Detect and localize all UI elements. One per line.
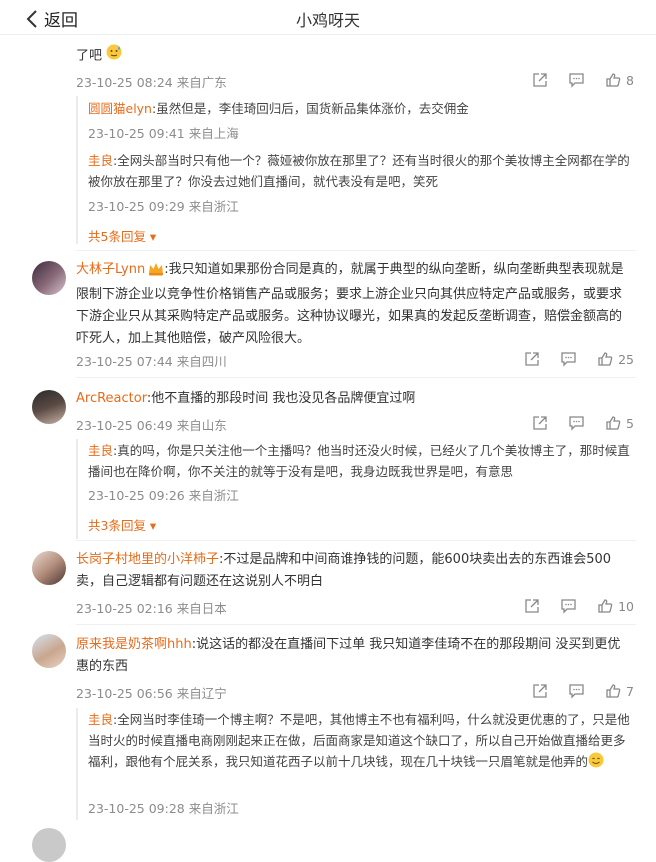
- like-button[interactable]: 7: [605, 683, 634, 699]
- comment-button[interactable]: [560, 598, 577, 614]
- divider: [76, 250, 636, 251]
- comment-actions: 7: [512, 683, 634, 699]
- reply-item: 圭良:真的吗，你是只关注他一个主播吗？他当时还没火时候，已经火了几个美妆博主了，…: [88, 443, 630, 479]
- avatar[interactable]: [32, 551, 66, 585]
- reply-item: 圭良:全网头部当时只有他一个？薇娅被你放在那里了？还有当时很火的那个美妆博主全网…: [88, 153, 630, 189]
- comment-username[interactable]: ArcReactor: [76, 391, 147, 406]
- comment-actions: 8: [512, 72, 634, 88]
- page-title: 小鸡呀天: [295, 11, 360, 30]
- comment-username[interactable]: 大林子Lynn: [76, 262, 145, 277]
- reply-username[interactable]: 圭良: [88, 153, 113, 168]
- share-icon: [532, 72, 548, 88]
- share-button[interactable]: [532, 683, 548, 699]
- reply-username[interactable]: 圆圆猫elyn: [88, 101, 152, 116]
- comment-icon: [568, 72, 585, 88]
- reply-meta: 23-10-25 09:29 来自浙江: [88, 199, 239, 214]
- comment-text: 大林子Lynn:我只知道如果那份合同是真的，就属于典型的纵向垄断，纵向垄断典型表…: [76, 262, 624, 346]
- emoji-sweat-icon: [106, 44, 122, 68]
- reply-meta: 23-10-25 09:26 来自浙江: [88, 488, 239, 503]
- share-button[interactable]: [532, 415, 548, 431]
- comment-meta: 23-10-25 06:49 来自山东: [76, 418, 227, 433]
- comment-icon: [560, 351, 577, 367]
- share-icon: [524, 351, 540, 367]
- like-count: 8: [626, 72, 634, 88]
- comment-button[interactable]: [568, 415, 585, 431]
- share-button[interactable]: [524, 598, 540, 614]
- expand-arrow-icon: ▾: [145, 229, 157, 244]
- like-button[interactable]: 25: [597, 351, 634, 367]
- share-icon: [524, 598, 540, 614]
- comment-text-fragment: 了吧: [76, 44, 122, 68]
- like-button[interactable]: 8: [605, 72, 634, 88]
- more-replies-link[interactable]: 共5条回复 ▾: [88, 226, 156, 245]
- avatar[interactable]: [32, 634, 66, 668]
- comment-icon: [568, 415, 585, 431]
- like-icon: [605, 72, 621, 88]
- reply-username[interactable]: 圭良: [88, 443, 113, 458]
- comment-button[interactable]: [568, 72, 585, 88]
- like-count: 25: [618, 351, 634, 367]
- reply-username[interactable]: 圭良: [88, 712, 113, 727]
- share-icon: [532, 415, 548, 431]
- share-button[interactable]: [524, 351, 540, 367]
- comment-meta: 23-10-25 08:24 来自广东: [76, 75, 227, 90]
- comment-icon: [568, 683, 585, 699]
- avatar[interactable]: [32, 828, 66, 862]
- comment-meta: 23-10-25 02:16 来自日本: [76, 601, 227, 616]
- crown-badge-icon: [148, 262, 164, 284]
- top-bar: 返回 小鸡呀天: [0, 0, 656, 35]
- divider: [76, 377, 636, 378]
- like-icon: [597, 351, 613, 367]
- share-button[interactable]: [532, 72, 548, 88]
- reply-meta: 23-10-25 09:28 来自浙江: [88, 801, 239, 816]
- comment-icon: [560, 598, 577, 614]
- comment-text: 长岗子村地里的小洋柿子:不过是品牌和中间商谁挣钱的问题，能600块卖出去的东西谁…: [76, 552, 612, 589]
- avatar[interactable]: [32, 261, 66, 295]
- emoji-smile-icon: [588, 752, 604, 774]
- like-icon: [597, 598, 613, 614]
- comment-actions: 10: [504, 598, 634, 614]
- divider: [76, 540, 636, 541]
- divider: [76, 624, 636, 625]
- like-count: 5: [626, 415, 634, 431]
- more-replies-link[interactable]: 共3条回复 ▾: [88, 515, 156, 534]
- comment-text: ArcReactor:他不直播的那段时间 我也没见各品牌便宜过啊: [76, 391, 416, 406]
- comment-username[interactable]: 原来我是奶茶啊hhh: [76, 637, 192, 652]
- comment-button[interactable]: [568, 683, 585, 699]
- like-icon: [605, 415, 621, 431]
- reply-item: 圆圆猫elyn:虽然但是，李佳琦回归后，国货新品集体涨价，去交佣金: [88, 101, 469, 116]
- comment-meta: 23-10-25 06:56 来自辽宁: [76, 686, 227, 701]
- comment-actions: 25: [504, 351, 634, 367]
- like-button[interactable]: 10: [597, 598, 634, 614]
- comment-button[interactable]: [560, 351, 577, 367]
- like-count: 7: [626, 683, 634, 699]
- comment-meta: 23-10-25 07:44 来自四川: [76, 354, 227, 369]
- reply-group: 圭良:全网当时李佳琦一个博主啊？不是吧，其他博主不也有福利吗，什么就没更优惠的了…: [76, 708, 636, 820]
- reply-item: 圭良:全网当时李佳琦一个博主啊？不是吧，其他博主不也有福利吗，什么就没更优惠的了…: [88, 709, 633, 774]
- like-icon: [605, 683, 621, 699]
- share-icon: [532, 683, 548, 699]
- reply-group: 圆圆猫elyn:虽然但是，李佳琦回归后，国货新品集体涨价，去交佣金 23-10-…: [76, 96, 636, 244]
- comment-text: 原来我是奶茶啊hhh:说这话的都没在直播间下过单 我只知道李佳琦不在的那段期间 …: [76, 637, 621, 674]
- reply-meta: 23-10-25 09:41 来自上海: [88, 126, 239, 141]
- avatar[interactable]: [32, 390, 66, 424]
- like-count: 10: [618, 598, 634, 614]
- expand-arrow-icon: ▾: [145, 518, 157, 533]
- comment-actions: 5: [512, 415, 634, 431]
- comment-username[interactable]: 长岗子村地里的小洋柿子: [76, 552, 219, 567]
- reply-group: 圭良:真的吗，你是只关注他一个主播吗？他当时还没火时候，已经火了几个美妆博主了，…: [76, 439, 636, 539]
- like-button[interactable]: 5: [605, 415, 634, 431]
